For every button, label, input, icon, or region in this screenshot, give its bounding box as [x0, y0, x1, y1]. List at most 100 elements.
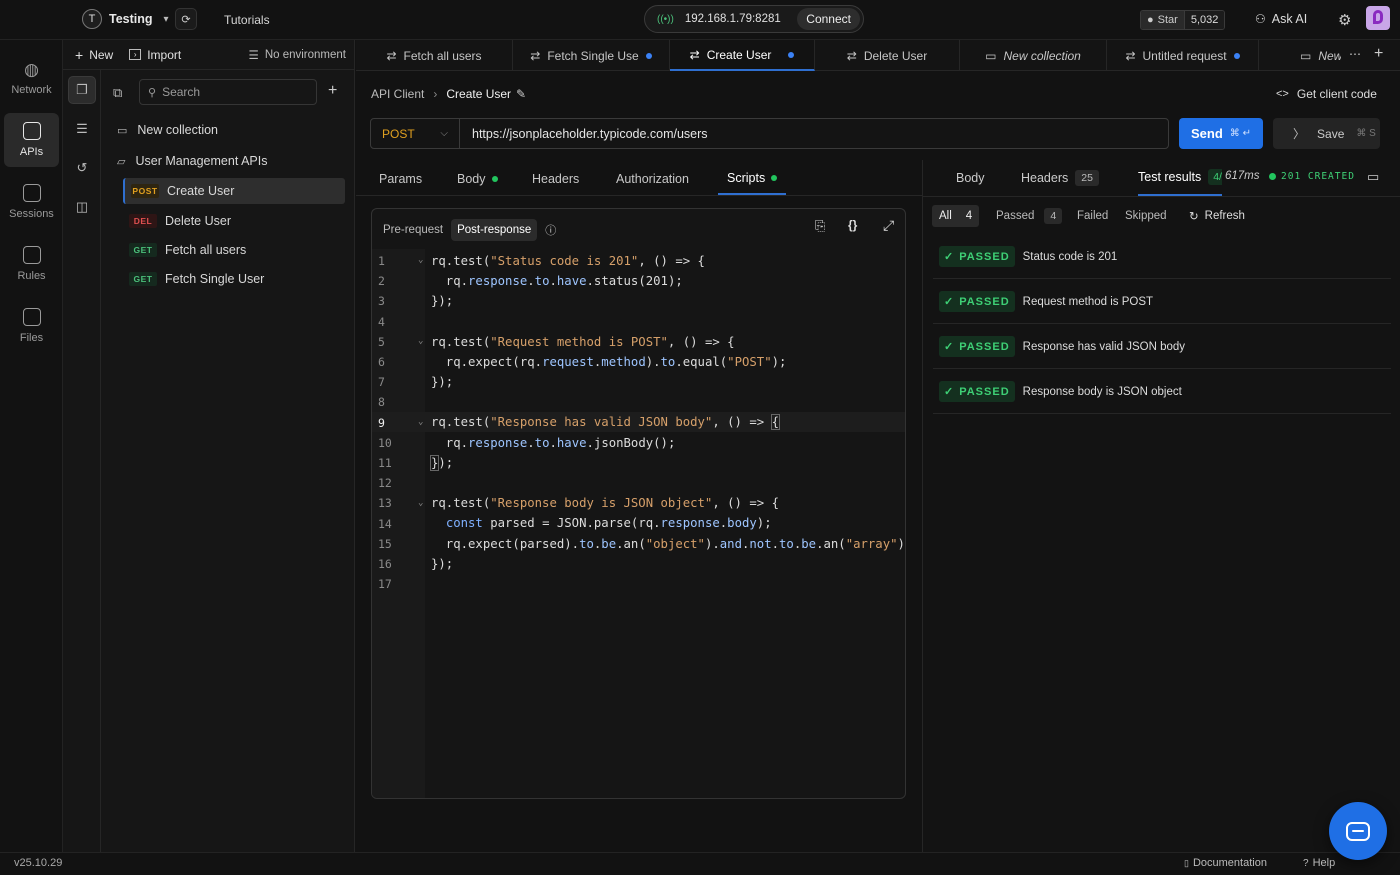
copy-icon[interactable]: ⧉: [113, 85, 122, 101]
collections-icon[interactable]: ❐: [68, 76, 96, 104]
fold-chevron-icon[interactable]: ⌄: [418, 255, 423, 265]
tab-fetch-all-users[interactable]: ⇄ Fetch all users: [356, 40, 513, 71]
filter-skipped[interactable]: Skipped: [1118, 205, 1174, 227]
tab-delete-user[interactable]: ⇄ Delete User: [815, 40, 960, 71]
save-button[interactable]: 〉 Save ⌘ S: [1273, 118, 1380, 149]
tab-fetch-single-user[interactable]: ⇄ Fetch Single Use: [513, 40, 670, 71]
refresh-button[interactable]: ↻ Refresh: [1182, 205, 1252, 227]
ask-ai-button[interactable]: ⚇ Ask AI: [1255, 12, 1307, 26]
code-line: rq.response.to.have.jsonBody();: [431, 436, 676, 450]
fold-chevron-icon[interactable]: ⌄: [418, 417, 423, 427]
folder-icon: ▭: [117, 124, 128, 137]
send-button[interactable]: Send ⌘ ↵: [1179, 118, 1263, 149]
tab-scripts[interactable]: Scripts: [718, 162, 787, 195]
code-content[interactable]: ⌄ ⌄ ⌄ ⌄ rq.test("Status code is 201", ()…: [372, 251, 905, 611]
tab-response-headers[interactable]: Headers 25: [1021, 160, 1099, 196]
info-icon[interactable]: ⓘ: [545, 222, 556, 238]
tab-new-collection[interactable]: ▭ New collection: [960, 40, 1107, 71]
format-braces-icon[interactable]: {}: [848, 218, 857, 232]
list-icon[interactable]: ☰: [68, 115, 96, 143]
post-response-toggle[interactable]: Post-response: [451, 219, 538, 241]
apis-icon: [22, 122, 41, 140]
get-client-code-button[interactable]: <> Get client code: [1276, 87, 1377, 101]
tab-response-body[interactable]: Body: [956, 160, 985, 196]
breadcrumb-root[interactable]: API Client: [371, 87, 424, 101]
unsaved-dot: [645, 52, 652, 59]
connect-button[interactable]: Connect: [797, 8, 860, 30]
fold-chevron-icon[interactable]: ⌄: [418, 498, 423, 508]
tab-headers[interactable]: Headers: [532, 162, 579, 195]
settings-gear-icon[interactable]: ⚙: [1338, 11, 1351, 29]
request-create-user[interactable]: POST Create User: [123, 178, 345, 204]
import-button[interactable]: › Import: [129, 48, 181, 62]
tab-create-user[interactable]: ⇄ Create User: [670, 40, 815, 71]
test-result-row: ✓ PASSED Request method is POST: [933, 280, 1391, 324]
test-name: Request method is POST: [1022, 295, 1154, 308]
request-fetch-all-users[interactable]: GET Fetch all users: [123, 237, 345, 263]
documentation-link[interactable]: ▯ Documentation: [1184, 857, 1267, 869]
tab-new[interactable]: ▭ New: [1259, 40, 1341, 71]
tests-count-badge: 4/: [1208, 169, 1222, 185]
url-bar: POST ⌵ https://jsonplaceholder.typicode.…: [370, 118, 1169, 149]
collection-user-management-apis[interactable]: ▱ User Management APIs: [109, 148, 345, 174]
breadcrumb-current[interactable]: Create User: [446, 87, 511, 101]
search-input[interactable]: ⚲ Search: [139, 79, 317, 105]
rail-item-files[interactable]: Files: [4, 299, 59, 353]
tab-untitled-request[interactable]: ⇄ Untitled request: [1107, 40, 1259, 71]
workspace-switcher[interactable]: T Testing ▾: [82, 9, 169, 29]
code-icon: <>: [1276, 88, 1289, 100]
code-line: rq.response.to.have.status(201);: [431, 274, 683, 288]
sidebar-icon-column: ❐ ☰ ↺ ◫: [63, 70, 101, 852]
edit-pencil-icon[interactable]: ✎: [516, 87, 526, 101]
chat-support-button[interactable]: [1329, 802, 1387, 860]
filter-failed[interactable]: Failed: [1070, 205, 1115, 227]
tab-test-results[interactable]: Test results 4/: [1138, 160, 1222, 196]
request-subtabs: Params Body Headers Authorization Script…: [356, 162, 922, 196]
pre-request-toggle[interactable]: Pre-request: [377, 219, 449, 241]
help-link[interactable]: ? Help: [1303, 857, 1335, 869]
tab-authorization[interactable]: Authorization: [616, 162, 689, 195]
panel-layout-icon[interactable]: ▭: [1367, 169, 1379, 185]
rail-item-rules[interactable]: Rules: [4, 237, 59, 291]
filter-all[interactable]: All 4: [932, 205, 980, 227]
folder-icon: ▭: [1300, 48, 1312, 63]
tutorials-link[interactable]: Tutorials: [224, 13, 270, 27]
new-button[interactable]: + New: [75, 47, 113, 63]
user-avatar[interactable]: [1366, 6, 1390, 30]
new-tab-plus-icon[interactable]: +: [1374, 45, 1383, 63]
tab-body[interactable]: Body: [457, 162, 498, 195]
filter-passed[interactable]: Passed 4: [989, 205, 1069, 227]
import-icon: ›: [129, 49, 142, 60]
fold-chevron-icon[interactable]: ⌄: [418, 336, 423, 346]
response-time: 617ms: [1225, 170, 1260, 182]
request-delete-user[interactable]: DEL Delete User: [123, 208, 345, 234]
request-tabs: ⇄ Fetch all users ⇄ Fetch Single Use ⇄ Crea…: [356, 40, 1400, 71]
expand-icon[interactable]: ⤢: [883, 217, 894, 234]
tab-params[interactable]: Params: [379, 162, 422, 195]
files-icon: [22, 308, 41, 326]
url-input[interactable]: https://jsonplaceholder.typicode.com/use…: [460, 127, 708, 141]
passed-badge: ✓ PASSED: [939, 246, 1015, 267]
save-chevron-icon: 〉: [1293, 127, 1306, 141]
code-line: });: [431, 294, 454, 308]
environments-icon[interactable]: ◫: [68, 193, 96, 221]
folder-icon: ▭: [985, 48, 997, 63]
collection-new-collection[interactable]: ▭ New collection: [109, 117, 345, 143]
rail-item-network[interactable]: ◍ Network: [4, 51, 59, 105]
code-line: rq.expect(parsed).to.be.an("object").and…: [431, 537, 905, 551]
add-collection-button[interactable]: +: [328, 82, 337, 100]
rail-item-apis[interactable]: APIs: [4, 113, 59, 167]
history-icon[interactable]: ↺: [68, 154, 96, 182]
check-circle-icon: ✓: [944, 296, 955, 308]
method-select[interactable]: POST ⌵: [371, 119, 460, 148]
more-tabs-icon[interactable]: ⋯: [1349, 47, 1361, 61]
test-name: Response body is JSON object: [1022, 385, 1182, 398]
request-fetch-single-user[interactable]: GET Fetch Single User: [123, 266, 345, 292]
github-star-button[interactable]: ● Star 5,032: [1140, 10, 1226, 30]
status-dot: [771, 174, 778, 181]
copy-code-icon[interactable]: ⎘: [815, 218, 825, 234]
refresh-icon[interactable]: ⟳: [175, 8, 197, 30]
response-panel: Body Headers 25 Test results 4/ 617ms 20…: [922, 160, 1400, 852]
environment-selector[interactable]: ☰ No environment: [249, 48, 347, 62]
rail-item-sessions[interactable]: Sessions: [4, 175, 59, 229]
